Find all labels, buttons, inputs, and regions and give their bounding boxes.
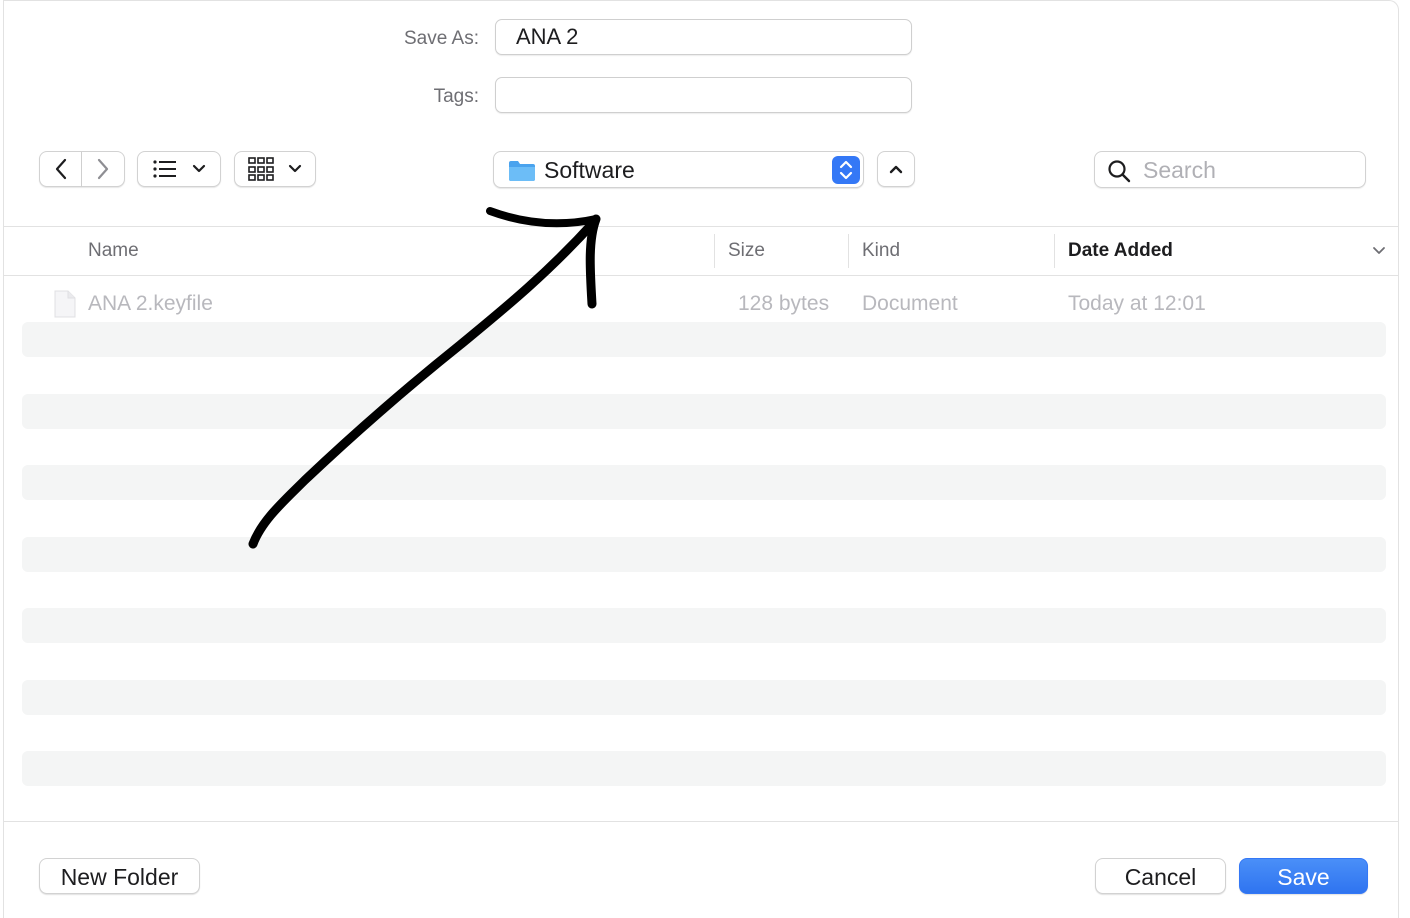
- tags-field[interactable]: [495, 77, 912, 113]
- search-input[interactable]: [1141, 154, 1360, 187]
- document-icon: [53, 290, 77, 318]
- chevron-right-icon: [96, 158, 110, 180]
- cancel-button[interactable]: Cancel: [1095, 858, 1226, 894]
- list-icon: [152, 159, 178, 179]
- tags-label: Tags:: [433, 86, 479, 107]
- column-header-name[interactable]: Name: [88, 239, 139, 263]
- sort-chevron-down-icon[interactable]: [1372, 246, 1386, 256]
- file-size: 128 bytes: [738, 292, 830, 315]
- file-kind: Document: [862, 292, 958, 315]
- collapse-button[interactable]: [877, 151, 915, 187]
- list-stripe: [22, 680, 1386, 715]
- column-divider: [714, 234, 715, 268]
- grid-icon: [248, 157, 274, 181]
- column-divider: [1054, 234, 1055, 268]
- search-icon: [1107, 159, 1131, 183]
- toolbar-divider: [4, 226, 1398, 227]
- list-stripe: [22, 608, 1386, 643]
- list-view-button[interactable]: [137, 151, 221, 187]
- list-stripe: [22, 751, 1386, 786]
- list-stripe: [22, 537, 1386, 572]
- footer-divider: [4, 821, 1398, 822]
- location-popup[interactable]: Software: [493, 151, 864, 188]
- forward-button[interactable]: [82, 151, 125, 187]
- back-button[interactable]: [39, 151, 82, 187]
- save-as-field[interactable]: [495, 19, 912, 55]
- column-header-date-added[interactable]: Date Added: [1068, 239, 1173, 263]
- header-divider: [4, 275, 1398, 276]
- search-box[interactable]: [1094, 151, 1366, 188]
- list-stripe: [22, 465, 1386, 500]
- folder-icon: [508, 159, 536, 182]
- chevron-down-icon: [192, 164, 206, 174]
- stepper-icon: [832, 156, 860, 184]
- file-name: ANA 2.keyfile: [88, 292, 213, 315]
- list-stripe: [22, 394, 1386, 429]
- save-as-label: Save As:: [404, 28, 479, 49]
- chevron-up-icon: [889, 164, 903, 174]
- save-button[interactable]: Save: [1239, 858, 1368, 894]
- new-folder-button[interactable]: New Folder: [39, 858, 200, 894]
- chevron-left-icon: [54, 158, 68, 180]
- location-label: Software: [544, 157, 635, 183]
- column-divider: [848, 234, 849, 268]
- column-header-size[interactable]: Size: [728, 239, 765, 263]
- file-date-added: Today at 12:01: [1068, 292, 1206, 315]
- chevron-down-icon: [288, 164, 302, 174]
- column-header-kind[interactable]: Kind: [862, 239, 900, 263]
- grid-view-button[interactable]: [234, 151, 316, 187]
- list-stripe: [22, 322, 1386, 357]
